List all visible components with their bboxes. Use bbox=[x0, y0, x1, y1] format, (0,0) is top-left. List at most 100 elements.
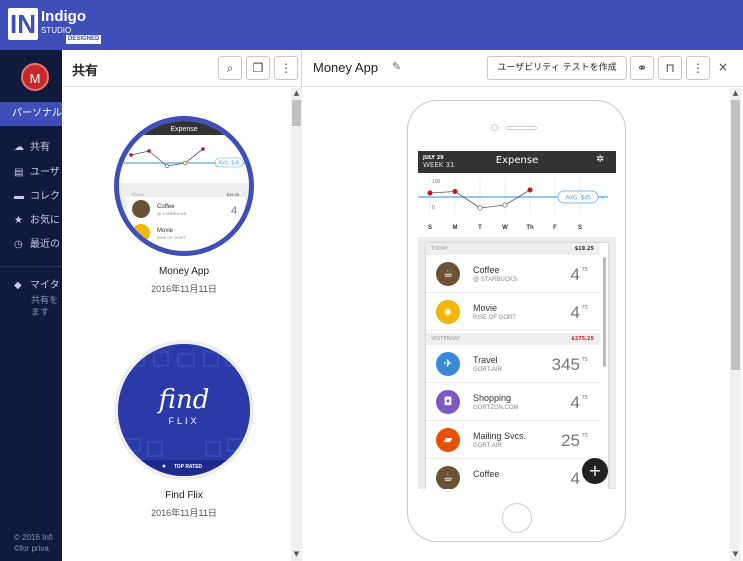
footer-privacy[interactable]: ©for priva bbox=[14, 543, 53, 554]
sidebar-item-recent[interactable]: ◷ 最近の bbox=[14, 235, 60, 250]
expense-chart-svg: S M T W Th F S 100 0 AVG. $45 › bbox=[418, 177, 608, 231]
project-card-find-flix[interactable]: find FLIX TOP RATED ★ Find Flix 2016年11月… bbox=[114, 340, 254, 519]
project-detail-panel: Money App ✎ ユーザビリティ テストを作成 ⚭ ⊓ ⋮ × ▲ ▼ J… bbox=[302, 50, 743, 561]
chart-day-label: S bbox=[428, 225, 432, 231]
row-name: Mailing Svcs. bbox=[473, 431, 527, 441]
money-app-thumbnail: Expense AVG. $45 TODAY $19.25 Coffee @ S… bbox=[119, 121, 249, 251]
detail-scrollbar[interactable]: ▲ ▼ bbox=[730, 88, 741, 561]
sidebar: M パーソナル ☁ 共有 ▤ ユーザ ▬ コレク ★ お気に ◷ 最近の ◆ マイタ 共有を… bbox=[0, 50, 62, 561]
phone-home-button[interactable] bbox=[502, 503, 532, 533]
search-button[interactable]: ⌕ bbox=[218, 56, 242, 80]
share-link-button[interactable]: ⚭ bbox=[630, 56, 654, 80]
group-label: TODAY bbox=[431, 246, 448, 252]
sidebar-item-favorites[interactable]: ★ お気に bbox=[14, 211, 60, 226]
expense-row[interactable]: ☕Coffee475 bbox=[426, 459, 600, 489]
phone-camera bbox=[491, 124, 498, 131]
more-button[interactable]: ⋮ bbox=[686, 56, 710, 80]
app-title: Expense bbox=[495, 155, 539, 166]
avatar[interactable]: M bbox=[21, 63, 49, 91]
scroll-down-arrow[interactable]: ▼ bbox=[730, 550, 741, 558]
thumb-row-value: 4 bbox=[231, 229, 237, 241]
row-sub: GORT-AIR bbox=[473, 367, 502, 373]
top-bar: IN Indigo STUDIO DESIGNED bbox=[0, 0, 743, 50]
expense-row[interactable]: ▰ Mailing Svcs. GORT-AIR 25 75 bbox=[426, 421, 600, 459]
unlock-icon: ⊓ bbox=[665, 61, 675, 75]
thumb-row-value: 4 bbox=[231, 205, 237, 217]
footer-copyright: © 2016 Infi bbox=[14, 533, 53, 542]
group-total: $375.25 bbox=[571, 336, 594, 342]
panel-title: 共有 bbox=[72, 64, 99, 79]
thumb-avg: AVG. $45 bbox=[218, 161, 240, 167]
row-cents: 75 bbox=[581, 267, 588, 273]
phone-screen[interactable]: JULY 29 WEEK 31 Expense ✲ S M T W Th F S 100 0 AV… bbox=[418, 151, 616, 489]
sidebar-item-label: コレク bbox=[30, 191, 60, 202]
project-name[interactable]: Find Flix bbox=[114, 490, 254, 501]
row-value: 345 bbox=[551, 355, 580, 374]
create-usability-test-button[interactable]: ユーザビリティ テストを作成 bbox=[487, 56, 627, 80]
scroll-up-arrow[interactable]: ▲ bbox=[730, 89, 741, 97]
project-name[interactable]: Money App bbox=[114, 266, 254, 277]
sidebar-item-shared[interactable]: ☁ 共有 bbox=[14, 138, 50, 153]
gallery-button[interactable]: ❐ bbox=[246, 56, 270, 80]
row-value: 4 bbox=[570, 265, 580, 284]
project-title: Money App bbox=[313, 60, 379, 75]
scroll-up-arrow[interactable]: ▲ bbox=[291, 89, 302, 97]
row-name: Coffee bbox=[473, 265, 500, 275]
expense-row[interactable]: ✈ Travel GORT-AIR 345 75 bbox=[426, 345, 600, 383]
detail-header: Money App ✎ ユーザビリティ テストを作成 ⚭ ⊓ ⋮ × bbox=[302, 50, 743, 87]
sidebar-item-collections[interactable]: ▬ コレク bbox=[14, 187, 60, 202]
chart-point bbox=[427, 190, 433, 196]
thumb-group-total: $19.25 bbox=[227, 192, 240, 197]
pencil-icon[interactable]: ✎ bbox=[392, 60, 401, 73]
more-vertical-icon: ⋮ bbox=[692, 61, 704, 75]
sidebar-divider bbox=[0, 266, 62, 267]
project-card-money-app[interactable]: Expense AVG. $45 TODAY $19.25 Coffee @ S… bbox=[114, 116, 254, 295]
ticket-icon: ◈ bbox=[436, 300, 460, 324]
sidebar-section-personal[interactable]: パーソナル bbox=[0, 102, 62, 126]
gear-icon[interactable]: ✲ bbox=[596, 154, 604, 165]
phone-preview: JULY 29 WEEK 31 Expense ✲ S M T W Th F S 100 0 AV… bbox=[407, 100, 626, 542]
more-button[interactable]: ⋮ bbox=[274, 56, 298, 80]
logo-studio: STUDIO bbox=[41, 26, 72, 35]
row-cents: 75 bbox=[581, 305, 588, 311]
sidebar-item-my-tags[interactable]: ◆ マイタ bbox=[14, 276, 60, 291]
badge-star-icon: ★ bbox=[161, 463, 166, 470]
add-expense-button[interactable]: + bbox=[582, 458, 608, 484]
sidebar-item-label: ユーザ bbox=[30, 167, 60, 178]
sidebar-tag-desc-line: ます bbox=[31, 307, 50, 317]
row-sub: RISE OF GORT bbox=[473, 315, 516, 321]
truck-icon: ▰ bbox=[436, 428, 460, 452]
row-cents: 75 bbox=[581, 433, 588, 439]
lock-button[interactable]: ⊓ bbox=[658, 56, 682, 80]
project-thumbnail[interactable]: find FLIX TOP RATED ★ bbox=[114, 340, 254, 480]
app-header: JULY 29 WEEK 31 Expense ✲ bbox=[418, 151, 616, 173]
scroll-thumb[interactable] bbox=[292, 100, 301, 126]
app-window: IN Indigo STUDIO DESIGNED M パーソナル ☁ 共有 ▤ ユ… bbox=[0, 0, 743, 561]
list-scrollbar[interactable] bbox=[603, 257, 606, 367]
scroll-thumb[interactable] bbox=[731, 100, 740, 370]
clock-icon: ◷ bbox=[14, 239, 23, 250]
expense-row[interactable]: ☕ Coffee @ STARBUCKS 4 75 bbox=[426, 255, 600, 293]
shared-panel-scrollbar[interactable]: ▲ ▼ bbox=[291, 88, 302, 561]
chart-day-label: M bbox=[453, 225, 458, 231]
project-thumbnail[interactable]: Expense AVG. $45 TODAY $19.25 Coffee @ S… bbox=[114, 116, 254, 256]
row-name: Movie bbox=[473, 303, 498, 313]
indigo-logo[interactable]: IN Indigo STUDIO DESIGNED bbox=[8, 6, 108, 44]
group-header-today: TODAY $19.25 bbox=[426, 243, 600, 255]
row-value: 25 bbox=[561, 431, 580, 450]
chevron-right-icon: › bbox=[601, 193, 605, 203]
gallery-icon: ❐ bbox=[252, 61, 264, 75]
row-sub: GORT-AIR bbox=[473, 443, 502, 449]
more-vertical-icon: ⋮ bbox=[280, 61, 292, 75]
bag-icon: ◘ bbox=[436, 390, 460, 414]
expense-row[interactable]: ◘ Shopping GORTZON.COM 4 75 bbox=[426, 383, 600, 421]
expense-row[interactable]: ◈ Movie RISE OF GORT 4 75 bbox=[426, 293, 600, 331]
scroll-down-arrow[interactable]: ▼ bbox=[291, 550, 302, 558]
link-icon: ⚭ bbox=[636, 61, 648, 75]
thumb-row-name: Movie bbox=[157, 228, 174, 234]
group-header-yesterday: YESTERDAY $375.25 bbox=[426, 333, 600, 345]
chart-day-label: T bbox=[478, 225, 482, 231]
sidebar-item-users[interactable]: ▤ ユーザ bbox=[14, 163, 60, 178]
close-button[interactable]: × bbox=[718, 60, 728, 74]
chart-day-label: W bbox=[502, 225, 508, 231]
